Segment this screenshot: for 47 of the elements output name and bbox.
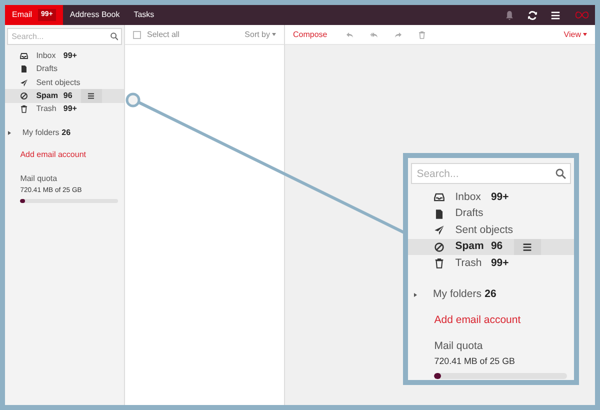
add-account-link[interactable]: Add email account [5, 148, 86, 161]
folder-item[interactable]: Drafts [408, 206, 574, 222]
sort-dropdown[interactable]: Sort by [244, 28, 276, 40]
trash-icon [434, 258, 445, 269]
nav-tab[interactable]: Tasks [126, 5, 162, 25]
expand-icon[interactable] [8, 130, 12, 135]
quota-label: Mail quota [434, 338, 484, 354]
inbox-icon [434, 192, 445, 203]
menu-icon [87, 92, 96, 100]
folder-item[interactable]: Inbox 99+ [408, 189, 574, 206]
folder-item[interactable]: Trash 99+ [5, 102, 124, 116]
folder-item[interactable]: Trash 99+ [408, 255, 574, 272]
trash-icon [20, 105, 28, 114]
folder-item[interactable]: Drafts [5, 62, 124, 76]
ban-icon [434, 242, 445, 252]
select-all-label[interactable]: Select all [147, 28, 180, 40]
folder-item[interactable]: Sent objects [5, 76, 124, 90]
folder-item[interactable]: Spam 96 [5, 89, 124, 103]
folder-group[interactable]: My folders 26 [408, 286, 574, 304]
expand-icon[interactable] [414, 292, 418, 297]
folder-menu-button[interactable] [80, 89, 102, 103]
refresh-icon[interactable] [527, 10, 538, 20]
search-field[interactable]: Search... [7, 28, 122, 45]
document-icon [434, 208, 445, 220]
quota-label: Mail quota [20, 172, 58, 185]
folder-item[interactable]: Inbox 99+ [5, 49, 124, 62]
view-dropdown[interactable]: View [564, 28, 587, 40]
paper-plane-icon [434, 225, 445, 236]
inbox-icon [20, 52, 28, 60]
nav-tab[interactable]: Address Book [62, 5, 127, 25]
menu-icon [522, 242, 533, 252]
search-icon[interactable] [110, 32, 118, 41]
folder-menu-button[interactable] [514, 238, 542, 256]
search-field[interactable]: Search... [411, 163, 571, 184]
folder-item[interactable]: Spam 96 [408, 238, 574, 256]
bell-icon[interactable] [504, 10, 515, 20]
menu-icon[interactable] [550, 10, 561, 20]
paper-plane-icon [20, 78, 28, 87]
add-account-link[interactable]: Add email account [408, 312, 521, 328]
document-icon [20, 65, 28, 74]
search-icon[interactable] [554, 168, 566, 180]
folder-group[interactable]: My folders 26 [5, 126, 124, 140]
compose-button[interactable]: Compose [293, 28, 328, 40]
select-all-checkbox[interactable] [133, 30, 141, 38]
quota-reading: 720.41 MB of 25 GB [434, 355, 516, 368]
folder-item[interactable]: Sent objects [408, 222, 574, 239]
ban-icon [20, 92, 28, 100]
